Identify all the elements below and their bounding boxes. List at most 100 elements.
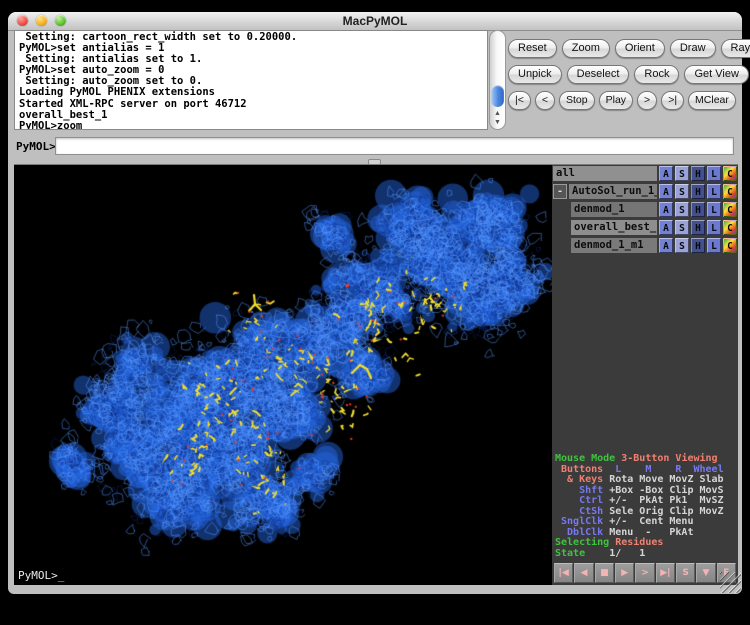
mouse-panel-text: Residues [615,537,663,548]
scroll-up-icon[interactable]: ▲ [490,110,505,117]
console-log[interactable]: Setting: cartoon_rect_width set to 0.200… [14,30,488,130]
mouse-panel-text: State [555,548,585,559]
mouse-panel-text: +/- PkAt Pk1 MvSZ [609,495,723,506]
object-row-overall-best-1: overall_best_1ASHLC [553,219,737,235]
vcr-first-button[interactable]: |◀ [554,563,573,583]
menu-s-button[interactable]: S [675,202,689,217]
electron-density-mesh-canvas[interactable] [14,165,552,585]
mouse-panel-text: +/- Cent Menu [609,516,693,527]
stop-button[interactable]: Stop [559,91,595,110]
mouse-panel-text: Rota Move MovZ Slab [609,474,723,485]
draw-button[interactable]: Draw [670,39,716,58]
menu-h-button[interactable]: H [691,184,705,199]
orient-button[interactable]: Orient [615,39,665,58]
expander-icon[interactable]: - [553,184,567,199]
menu-s-button[interactable]: S [675,184,689,199]
mouse-panel-text: 3-Button Viewing [621,453,717,464]
toolbar-row-2: UnpickDeselectRockGet View [508,65,742,84]
menu-l-button[interactable]: L [707,238,721,253]
btn-button[interactable]: > [637,91,657,110]
macpymol-window: MacPyMOL Setting: cartoon_rect_width set… [8,12,742,594]
indent-spacer [553,220,569,235]
menu-c-button[interactable]: C [723,184,737,199]
menu-h-button[interactable]: H [691,220,705,235]
mouse-panel-text: L M R Wheel [615,464,723,475]
menu-l-button[interactable]: L [707,166,721,181]
btn-button[interactable]: < [535,91,555,110]
menu-h-button[interactable]: H [691,238,705,253]
mclear-button[interactable]: MClear [688,91,736,110]
menu-c-button[interactable]: C [723,220,737,235]
title-bar[interactable]: MacPyMOL [8,12,742,31]
object-row-autosol-run-1: -AutoSol_run_1_ASHLC [553,183,737,199]
menu-s-button[interactable]: S [675,238,689,253]
menu-h-button[interactable]: H [691,202,705,217]
ray-button[interactable]: Ray [721,39,750,58]
mouse-panel-line: State 1/ 1 [555,549,737,560]
mouse-mode-panel[interactable]: Mouse Mode 3-Button Viewing Buttons L M … [555,454,737,559]
zoom-button[interactable]: Zoom [562,39,610,58]
mouse-panel-text: Buttons [555,464,615,475]
menu-a-button[interactable]: A [659,184,673,199]
vcr-down-button[interactable]: ▼ [696,563,715,583]
menu-a-button[interactable]: A [659,220,673,235]
object-name[interactable]: denmod_1 [571,202,657,217]
prompt-label: PyMOL> [16,140,56,153]
vcr-play-button[interactable]: ▶ [615,563,634,583]
menu-c-button[interactable]: C [723,202,737,217]
menu-s-button[interactable]: S [675,166,689,181]
indent-spacer [553,202,569,217]
command-input[interactable] [55,137,734,155]
viewport-3d[interactable]: PyMOL>_ [14,165,552,585]
mouse-panel-text: Sele Orig Clip MovZ [609,506,723,517]
btn-button[interactable]: |< [508,91,531,110]
mouse-panel-text: SnglClk [555,516,609,527]
object-row-denmod-1-m1: denmod_1_m1ASHLC [553,237,737,253]
mouse-panel-text: Selecting [555,537,615,548]
vcr-stop-button[interactable]: ■ [595,563,614,583]
menu-c-button[interactable]: C [723,238,737,253]
object-row-all: allASHLC [553,165,737,181]
menu-a-button[interactable]: A [659,202,673,217]
scrollbar-thumb[interactable] [491,85,504,107]
menu-l-button[interactable]: L [707,220,721,235]
reset-button[interactable]: Reset [508,39,557,58]
menu-h-button[interactable]: H [691,166,705,181]
mouse-panel-text: CtSh [555,506,609,517]
resize-grip[interactable] [720,572,741,593]
play-button[interactable]: Play [599,91,633,110]
menu-a-button[interactable]: A [659,166,673,181]
object-name[interactable]: denmod_1_m1 [571,238,657,253]
mouse-panel-text: & Keys [555,474,609,485]
menu-a-button[interactable]: A [659,238,673,253]
mouse-panel-text: 1/ 1 [585,548,645,559]
mouse-panel-text: Menu - PkAt [609,527,693,538]
console-line: PyMOL>zoom [19,121,487,130]
vcr-fwd-button[interactable]: > [635,563,654,583]
console-scrollbar[interactable]: ▲ ▼ [489,30,506,130]
menu-s-button[interactable]: S [675,220,689,235]
movie-controls: |◀◀■▶>▶|S▼F [554,563,736,583]
vcr-last-button[interactable]: ▶| [656,563,675,583]
console-line: overall_best_1 [19,110,487,121]
deselect-button[interactable]: Deselect [567,65,630,84]
scroll-down-icon[interactable]: ▼ [490,119,505,126]
gl-area: PyMOL>_ allASHLC-AutoSol_run_1_ASHLCdenm… [14,164,738,585]
btn-button[interactable]: >| [661,91,684,110]
menu-l-button[interactable]: L [707,184,721,199]
object-name[interactable]: overall_best_1 [571,220,657,235]
get-view-button[interactable]: Get View [684,65,748,84]
menu-l-button[interactable]: L [707,202,721,217]
indent-spacer [553,238,569,253]
vcr-s-button[interactable]: S [676,563,695,583]
mouse-panel-text: DblClk [555,527,609,538]
object-name[interactable]: AutoSol_run_1_ [569,184,657,199]
object-list: allASHLC-AutoSol_run_1_ASHLCdenmod_1ASHL… [552,165,738,253]
object-name[interactable]: all [553,166,657,181]
menu-c-button[interactable]: C [723,166,737,181]
vcr-back-button[interactable]: ◀ [574,563,593,583]
rock-button[interactable]: Rock [634,65,679,84]
console-line: Started XML-RPC server on port 46712 [19,99,487,110]
mouse-panel-text: Mouse Mode [555,453,621,464]
unpick-button[interactable]: Unpick [508,65,562,84]
